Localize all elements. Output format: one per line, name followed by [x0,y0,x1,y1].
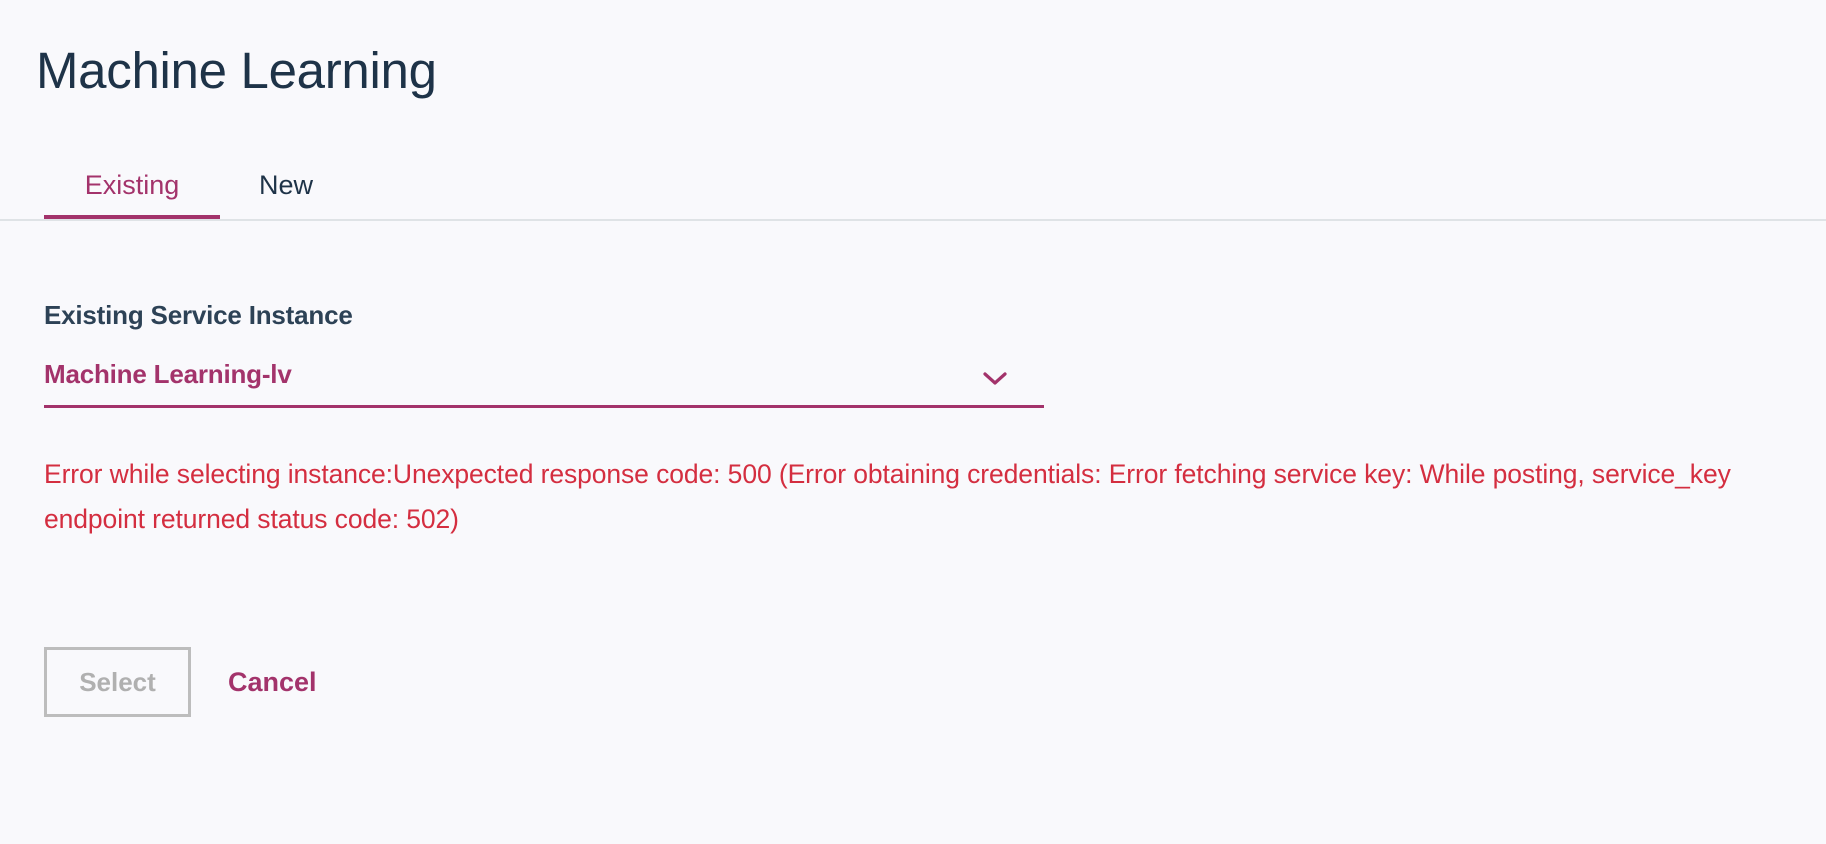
service-instance-dropdown[interactable]: Machine Learning-lv [44,352,1044,408]
tab-new[interactable]: New [248,160,324,219]
chevron-down-icon [983,372,1007,385]
existing-service-instance-label: Existing Service Instance [44,300,353,330]
page-title: Machine Learning [36,42,437,99]
cancel-button[interactable]: Cancel [228,647,317,717]
select-button[interactable]: Select [44,647,191,717]
selected-instance-value: Machine Learning-lv [44,359,292,389]
tab-existing[interactable]: Existing [44,160,220,219]
tab-bar: Existing New [0,160,1826,221]
error-message: Error while selecting instance:Unexpecte… [44,459,1731,534]
